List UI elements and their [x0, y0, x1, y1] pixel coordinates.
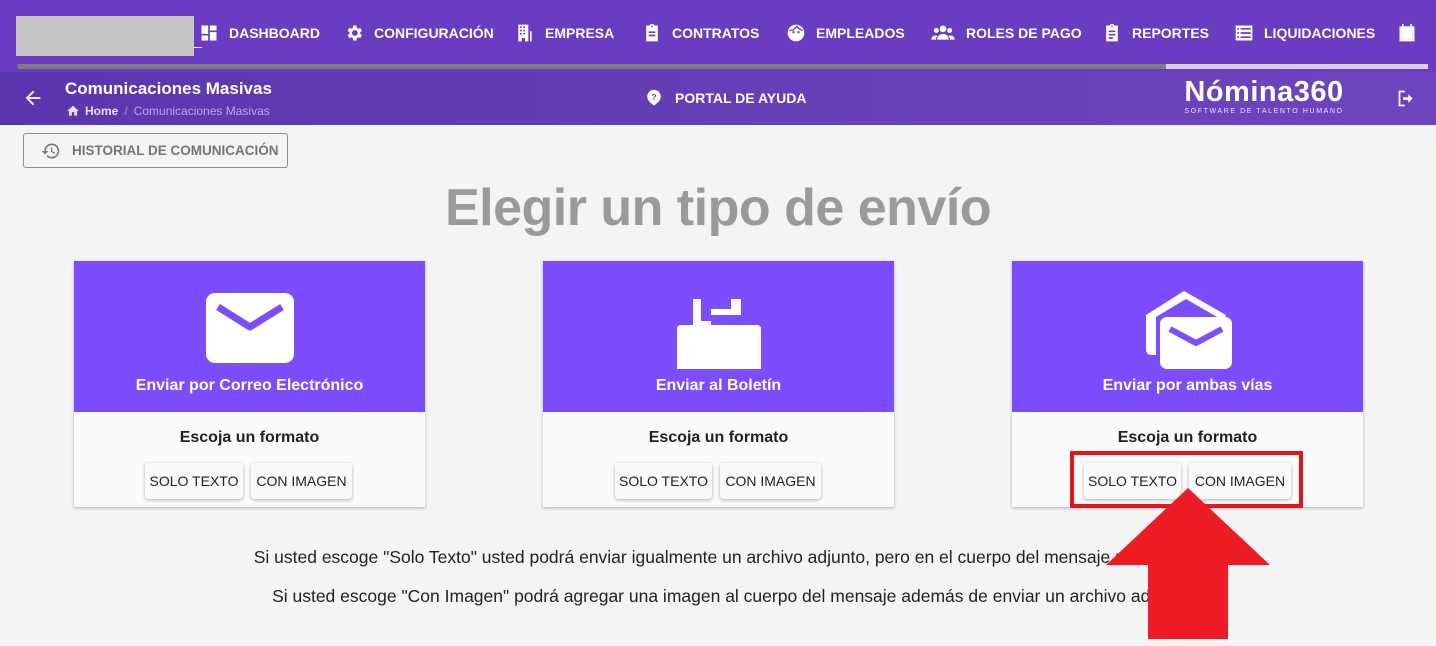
nav-item-label: DASHBOARD	[229, 25, 320, 41]
card-header: Enviar por Correo Electrónico	[74, 261, 425, 412]
gear-icon	[347, 25, 362, 41]
nav-item-empresa[interactable]: EMPRESA	[515, 0, 614, 66]
home-icon	[67, 105, 79, 116]
breadcrumb-home-label: Home	[85, 104, 119, 118]
history-button[interactable]: HISTORIAL DE COMUNICACIÓN	[23, 133, 288, 168]
con-imagen-button[interactable]: CON IMAGEN	[720, 463, 821, 499]
nav-item-roles-de-pago[interactable]: ROLES DE PAGO	[930, 0, 1082, 66]
card-header: Enviar por ambas vías	[1012, 261, 1363, 412]
company-logo-placeholder	[16, 16, 194, 56]
card-subtitle: Escoja un formato	[179, 429, 320, 446]
nav-scroll-track	[18, 64, 1166, 69]
brand-name: Nómina360	[1184, 76, 1344, 108]
nav-item-label: CONFIGURACIÓN	[374, 25, 494, 41]
nav-item-label: EMPLEADOS	[816, 25, 905, 41]
main-heading: Elegir un tipo de envío	[444, 179, 992, 237]
card-title: Enviar por Correo Electrónico	[135, 377, 364, 394]
breadcrumb-home[interactable]: Home	[66, 104, 118, 118]
card-header: Enviar al Boletín	[543, 261, 894, 412]
page-title: Comunicaciones Masivas	[65, 79, 272, 98]
group-icon	[931, 25, 955, 40]
brand-logo: Nómina360 SOFTWARE DE TALENTO HUMANO	[1174, 76, 1354, 116]
building-icon	[518, 24, 532, 42]
nav-item-empleados[interactable]: EMPLEADOS	[786, 0, 905, 66]
svg-text:?: ?	[651, 93, 656, 102]
nav-item-label: LIQUIDACIONES	[1264, 25, 1376, 41]
nav-item-label: EMPRESA	[545, 25, 615, 41]
card-email: Enviar por Correo Electrónico Escoja un …	[74, 261, 425, 507]
help-icon: ?	[647, 89, 661, 106]
list-icon	[1235, 25, 1253, 41]
history-icon	[41, 143, 60, 158]
solo-texto-button[interactable]: SOLO TEXTO	[145, 463, 243, 499]
card-title: Enviar por ambas vías	[1102, 377, 1273, 394]
mailbox-icon	[676, 299, 761, 369]
nav-scroll-thumb[interactable]	[1166, 64, 1428, 69]
report-clipboard-icon	[1106, 23, 1118, 42]
brand-tagline: SOFTWARE DE TALENTO HUMANO	[1184, 108, 1344, 115]
nav-item-label: CONTRATOS	[672, 25, 760, 41]
page-header: Comunicaciones Masivas Home / Comunicaci…	[0, 72, 1436, 125]
face-icon	[787, 24, 805, 42]
drafts-email-icon	[1145, 291, 1232, 369]
card-bulletin: Enviar al Boletín Escoja un formato SOLO…	[543, 261, 894, 507]
nav-item-configuracion[interactable]: CONFIGURACIÓN	[344, 0, 494, 66]
nav-item-contratos[interactable]: CONTRATOS	[642, 0, 759, 66]
breadcrumb: Home / Comunicaciones Masivas	[66, 104, 270, 118]
nav-item-label: ROLES DE PAGO	[966, 25, 1082, 41]
email-icon	[205, 293, 294, 363]
nav-item-dashboard[interactable]: DASHBOARD	[199, 0, 320, 66]
clipboard-icon	[646, 23, 658, 42]
breadcrumb-separator: /	[124, 104, 128, 118]
card-title: Enviar al Boletín	[655, 377, 782, 394]
annotation-red-arrow-icon	[1106, 488, 1270, 639]
top-navigation-bar: DASHBOARD CONFIGURACIÓN EMPRESA CONTRATO…	[0, 0, 1436, 72]
con-imagen-button[interactable]: CON IMAGEN	[251, 463, 352, 499]
history-button-label: HISTORIAL DE COMUNICACIÓN	[72, 143, 279, 158]
nav-item-reportes[interactable]: REPORTES	[1102, 0, 1209, 66]
nav-item-calendario[interactable]	[1397, 0, 1417, 66]
solo-texto-button[interactable]: SOLO TEXTO	[615, 463, 712, 499]
back-arrow-icon[interactable]	[22, 87, 44, 109]
logout-icon[interactable]	[1396, 88, 1417, 109]
card-subtitle: Escoja un formato	[1117, 429, 1258, 446]
card-subtitle: Escoja un formato	[648, 429, 789, 446]
breadcrumb-current: Comunicaciones Masivas	[133, 104, 270, 118]
nav-item-liquidaciones[interactable]: LIQUIDACIONES	[1234, 0, 1375, 66]
help-portal-label: PORTAL DE AYUDA	[675, 90, 807, 106]
help-portal-link[interactable]: ? PORTAL DE AYUDA	[645, 89, 806, 107]
nav-item-label: REPORTES	[1132, 25, 1210, 41]
calendar-icon	[1399, 23, 1415, 42]
dashboard-icon	[201, 25, 217, 41]
